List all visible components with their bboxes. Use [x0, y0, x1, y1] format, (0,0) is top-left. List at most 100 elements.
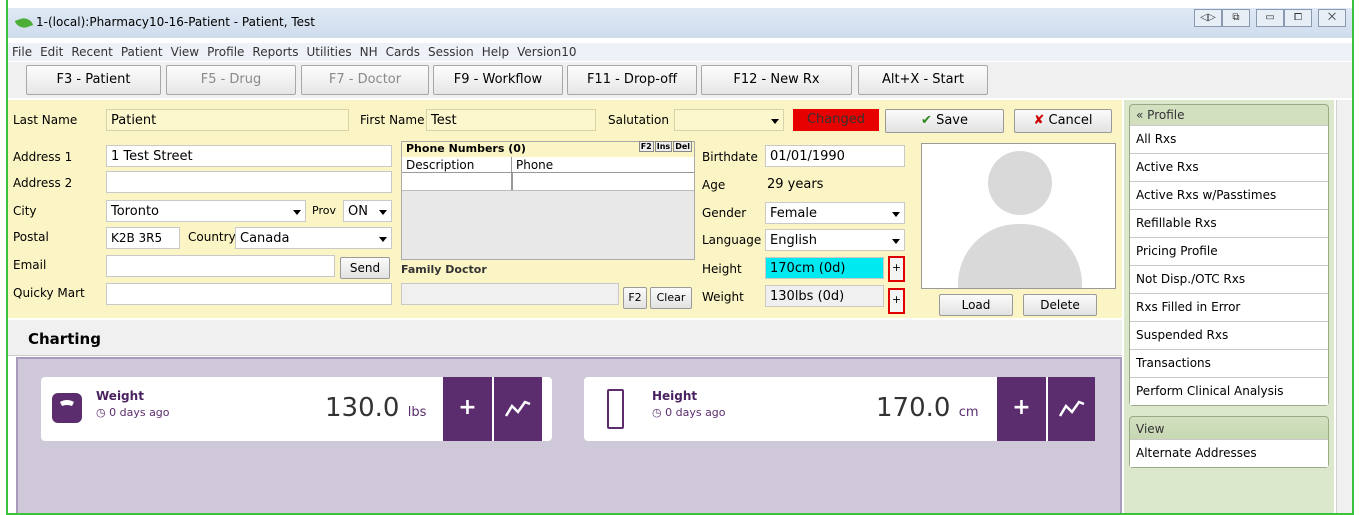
height-value: 170.0 — [876, 393, 951, 423]
menu-patient[interactable]: Patient — [117, 43, 167, 61]
sidebar-item-active-rxs[interactable]: Active Rxs — [1130, 153, 1328, 181]
prov-label: Prov — [312, 204, 336, 217]
city-value: Toronto — [111, 204, 159, 219]
drug-tab-button[interactable]: F5 - Drug — [166, 65, 296, 95]
menu-profile[interactable]: Profile — [203, 43, 248, 61]
menu-nh[interactable]: NH — [356, 43, 382, 61]
menu-help[interactable]: Help — [478, 43, 513, 61]
phone-numbers-table[interactable]: Phone Numbers (0) F2 Ins Del Description P… — [401, 141, 695, 260]
weight-label: Weight — [702, 290, 744, 304]
view-section-title[interactable]: View — [1130, 417, 1328, 439]
phone-ins-key[interactable]: Ins — [654, 141, 673, 152]
height-card-title: Height — [652, 389, 698, 403]
language-value: English — [770, 233, 817, 248]
menu-version[interactable]: Version10 — [513, 43, 580, 61]
add-weight-button[interactable]: + — [888, 288, 905, 314]
close-button[interactable]: ⨉ — [1318, 9, 1346, 27]
sidebar-item-clinical-analysis[interactable]: Perform Clinical Analysis — [1130, 377, 1328, 405]
first-name-field[interactable]: Test — [426, 109, 596, 131]
add-height-button[interactable]: + — [888, 256, 905, 282]
height-field[interactable]: 170cm (0d) — [765, 257, 884, 279]
workflow-button[interactable]: F9 - Workflow — [433, 65, 563, 95]
app-leaf-icon — [14, 15, 34, 31]
quicky-mart-field[interactable] — [106, 283, 392, 305]
family-doctor-field[interactable] — [401, 283, 619, 305]
save-button[interactable]: ✔ Save — [885, 109, 1004, 133]
menu-utilities[interactable]: Utilities — [302, 43, 355, 61]
new-rx-button[interactable]: F12 - New Rx — [701, 65, 852, 95]
clear-button[interactable]: Clear — [650, 287, 692, 309]
height-trend-button[interactable] — [1047, 377, 1095, 441]
language-select[interactable]: English — [765, 229, 905, 251]
sidebar-item-suspended-rxs[interactable]: Suspended Rxs — [1130, 321, 1328, 349]
sidebar-item-rxs-filled-error[interactable]: Rxs Filled in Error — [1130, 293, 1328, 321]
salutation-label: Salutation — [608, 113, 669, 127]
address1-field[interactable]: 1 Test Street — [106, 145, 392, 167]
drop-off-button[interactable]: F11 - Drop-off — [567, 65, 697, 95]
phone-del-key[interactable]: Del — [673, 141, 692, 152]
postal-field[interactable]: K2B 3R5 — [106, 227, 180, 249]
email-field[interactable] — [106, 255, 335, 277]
menu-bar: File Edit Recent Patient View Profile Reports U… — [8, 43, 1352, 61]
send-button[interactable]: Send — [340, 257, 390, 279]
phone-numbers-title: Phone Numbers (0) — [406, 142, 526, 155]
description-column-header: Description — [402, 157, 512, 172]
sidebar-item-all-rxs[interactable]: All Rxs — [1130, 125, 1328, 153]
start-button[interactable]: Alt+X - Start — [858, 65, 988, 95]
menu-reports[interactable]: Reports — [248, 43, 302, 61]
last-name-label: Last Name — [13, 113, 78, 127]
sidebar-item-active-rxs-passtimes[interactable]: Active Rxs w/Passtimes — [1130, 181, 1328, 209]
family-doctor-label: Family Doctor — [401, 263, 487, 276]
sidebar-item-not-disp-otc[interactable]: Not Disp./OTC Rxs — [1130, 265, 1328, 293]
height-card-time: ◷ 0 days ago — [652, 406, 726, 419]
sidebar-item-refillable-rxs[interactable]: Refillable Rxs — [1130, 209, 1328, 237]
load-photo-button[interactable]: Load — [939, 294, 1013, 316]
delete-photo-button[interactable]: Delete — [1023, 294, 1097, 316]
phone-f2-key[interactable]: F2 — [638, 141, 654, 152]
weight-card-time: ◷ 0 days ago — [96, 406, 170, 419]
sidebar-item-transactions[interactable]: Transactions — [1130, 349, 1328, 377]
cancel-button[interactable]: ✘ Cancel — [1014, 109, 1112, 133]
menu-file[interactable]: File — [8, 43, 36, 61]
sidebar-item-alternate-addresses[interactable]: Alternate Addresses — [1130, 439, 1328, 467]
minimize-button[interactable]: ▭ — [1256, 9, 1284, 27]
vertical-scrollbar[interactable] — [1336, 100, 1352, 513]
add-weight-chart-button[interactable]: + — [443, 377, 492, 441]
weight-unit: lbs — [407, 405, 427, 420]
sidebar-item-pricing-profile[interactable]: Pricing Profile — [1130, 237, 1328, 265]
country-select[interactable]: Canada — [235, 227, 392, 249]
weight-card-title: Weight — [96, 389, 144, 403]
gender-select[interactable]: Female — [765, 202, 905, 224]
maximize-button[interactable]: ⧠ — [1284, 9, 1312, 27]
charting-header: Charting — [8, 320, 1122, 356]
menu-session[interactable]: Session — [424, 43, 478, 61]
menu-recent[interactable]: Recent — [67, 43, 116, 61]
restore-layout-button[interactable]: ⧉ — [1222, 9, 1250, 27]
age-value: 29 years — [767, 177, 824, 192]
family-doctor-f2-button[interactable]: F2 — [623, 287, 647, 309]
doctor-tab-button[interactable]: F7 - Doctor — [301, 65, 429, 95]
plus-icon: + — [458, 395, 477, 420]
menu-edit[interactable]: Edit — [36, 43, 67, 61]
phone-columns: Description Phone — [402, 157, 694, 173]
add-height-chart-button[interactable]: + — [997, 377, 1046, 441]
first-name-label: First Name — [360, 113, 425, 127]
avatar-body-icon — [958, 224, 1082, 288]
prov-select[interactable]: ON — [343, 200, 392, 222]
profile-section-title[interactable]: « Profile — [1130, 105, 1328, 125]
menu-view[interactable]: View — [167, 43, 203, 61]
salutation-select[interactable] — [674, 109, 784, 131]
age-label: Age — [702, 178, 726, 192]
weight-field[interactable]: 130lbs (0d) — [765, 285, 884, 307]
profile-section: « Profile All Rxs Active Rxs Active Rxs … — [1129, 104, 1329, 406]
charting-title: Charting — [28, 330, 101, 348]
patient-tab-button[interactable]: F3 - Patient — [26, 65, 161, 95]
weight-trend-button[interactable] — [493, 377, 542, 441]
collapse-chevron-icon: « — [1136, 108, 1144, 122]
nav-arrows-button[interactable]: ◁▷ — [1194, 9, 1222, 27]
address2-field[interactable] — [106, 171, 392, 193]
birthdate-field[interactable]: 01/01/1990 — [765, 145, 905, 167]
city-select[interactable]: Toronto — [106, 200, 306, 222]
menu-cards[interactable]: Cards — [382, 43, 424, 61]
last-name-field[interactable]: Patient — [106, 109, 349, 131]
